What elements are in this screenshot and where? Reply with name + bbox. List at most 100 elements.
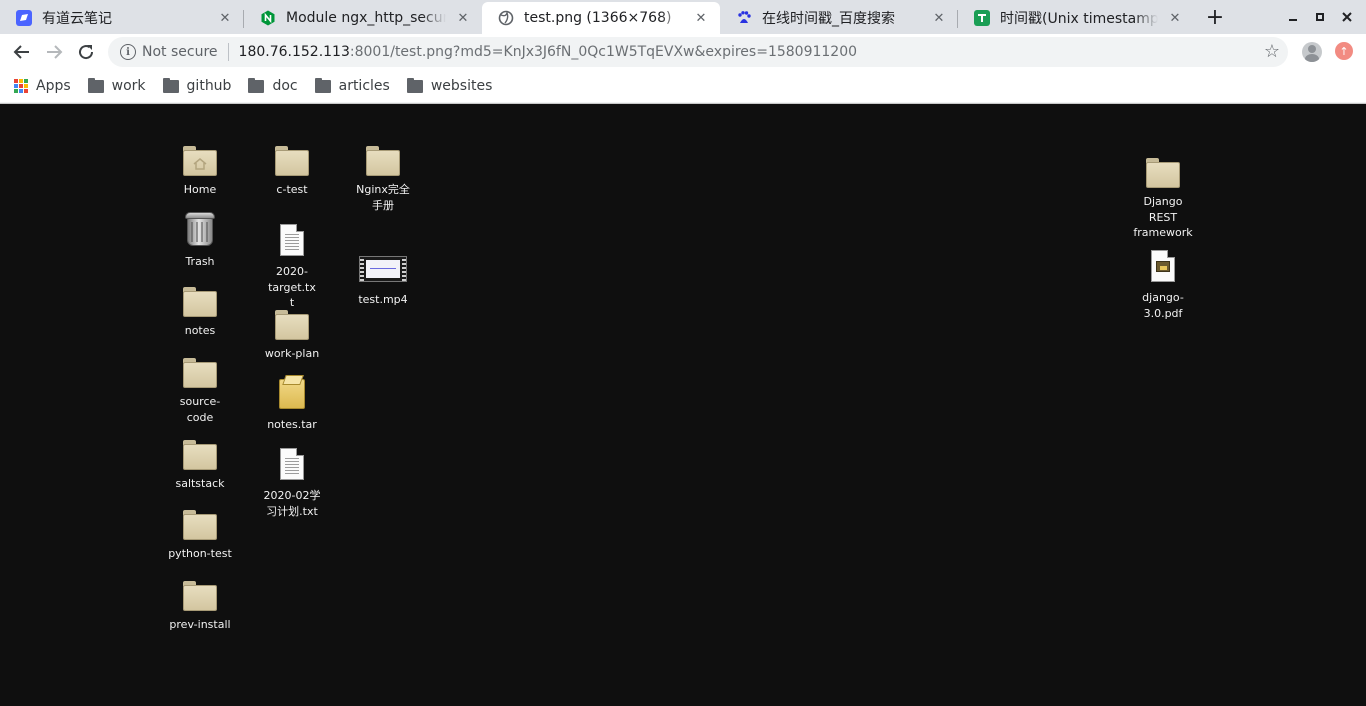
tab-close-icon[interactable]: ✕ [216, 9, 234, 27]
browser-chrome: 有道云笔记 ✕ Module ngx_http_secure_link_modu… [0, 0, 1366, 104]
archive-icon [272, 375, 312, 415]
icon-label: Trash [185, 255, 215, 268]
bookmark-articles[interactable]: articles [314, 77, 390, 94]
back-button[interactable] [8, 38, 36, 66]
desktop-icon-test-mp4[interactable]: test.mp4 [346, 250, 420, 308]
tool-icon [974, 10, 990, 26]
folder-icon [248, 77, 265, 93]
bookmark-label: doc [272, 78, 298, 94]
folder-icon [406, 77, 423, 93]
tab-title: Module ngx_http_secure_link_module [286, 10, 446, 26]
reload-button[interactable] [72, 38, 100, 66]
text-file-icon [272, 222, 312, 262]
tab-close-icon[interactable]: ✕ [454, 9, 472, 27]
tab-test-png[interactable]: test.png (1366×768) ✕ [482, 2, 720, 34]
address-bar[interactable]: i Not secure 180.76.152.113:8001/test.pn… [108, 37, 1288, 67]
profile-avatar[interactable] [1302, 42, 1322, 62]
folder-icon [180, 434, 220, 474]
bookmark-star-icon[interactable]: ☆ [1264, 41, 1280, 62]
desktop-icon-nginx-manual[interactable]: Nginx完全手册 [346, 140, 420, 213]
bookmark-github[interactable]: github [162, 77, 232, 94]
folder-icon [314, 77, 331, 93]
folder-icon [180, 352, 220, 392]
desktop-icon-source-code[interactable]: source-code [163, 352, 237, 425]
maximize-icon[interactable] [1309, 6, 1331, 28]
desktop-icon-study-plan[interactable]: 2020-02学习计划.txt [255, 446, 329, 519]
tab-close-icon[interactable]: ✕ [692, 9, 710, 27]
icon-label: work-plan [264, 347, 320, 360]
globe-icon [498, 10, 514, 26]
youdao-note-icon [16, 10, 32, 26]
desktop-icon-c-test[interactable]: c-test [255, 140, 329, 198]
bookmark-label: work [111, 78, 146, 94]
icon-label: python-test [168, 547, 232, 560]
close-window-icon[interactable] [1336, 6, 1358, 28]
folder-icon [363, 140, 403, 180]
tab-close-icon[interactable]: ✕ [1166, 9, 1184, 27]
folder-icon [272, 140, 312, 180]
url-text[interactable]: 180.76.152.113:8001/test.png?md5=KnJx3J6… [239, 44, 857, 60]
desktop-icon-saltstack[interactable]: saltstack [163, 434, 237, 492]
tab-baidu-search[interactable]: 在线时间戳_百度搜索 ✕ [720, 2, 958, 34]
bookmark-websites[interactable]: websites [406, 77, 493, 94]
icon-label: notes [184, 324, 216, 337]
tab-title: 在线时间戳_百度搜索 [762, 11, 895, 27]
minimize-icon[interactable] [1282, 6, 1304, 28]
bookmark-work[interactable]: work [87, 77, 146, 94]
bookmark-doc[interactable]: doc [248, 77, 298, 94]
trash-icon [180, 212, 220, 252]
new-tab-button[interactable]: + [1203, 5, 1227, 30]
bookmark-label: Apps [36, 78, 71, 94]
icon-label: Home [183, 183, 217, 196]
tab-youdao-note[interactable]: 有道云笔记 ✕ [0, 2, 244, 34]
bookmark-label: articles [338, 78, 390, 94]
desktop-icon-django-pdf[interactable]: django-3.0.pdf [1126, 248, 1200, 321]
tab-nginx-module[interactable]: Module ngx_http_secure_link_module ✕ [244, 2, 482, 34]
nginx-icon [260, 10, 276, 26]
tab-close-icon[interactable]: ✕ [930, 9, 948, 27]
info-icon[interactable]: i [120, 44, 136, 60]
icon-label: 2020-02学习计划.txt [263, 489, 321, 518]
icon-label: django-3.0.pdf [1142, 291, 1184, 320]
desktop-icon-notes-tar[interactable]: notes.tar [255, 375, 329, 433]
desktop-icon-2020-target[interactable]: 2020-target.txt [255, 222, 329, 311]
folder-icon [162, 77, 179, 93]
bookmark-label: github [186, 78, 232, 94]
tab-title: test.png (1366×768) [524, 10, 672, 26]
desktop-icon-prev-install[interactable]: prev-install [163, 575, 237, 633]
desktop-icon-python-test[interactable]: python-test [163, 504, 237, 562]
bookmark-label: websites [430, 78, 493, 94]
bookmarks-bar: Apps work github doc articles websites [0, 70, 1366, 102]
text-file-icon [272, 446, 312, 486]
url-host: 180.76.152.113 [238, 44, 350, 60]
icon-label: c-test [276, 183, 308, 196]
tab-timestamp-tool[interactable]: 时间戳(Unix timestamp)转换工具 ✕ [958, 2, 1194, 34]
forward-button[interactable] [40, 38, 68, 66]
tab-title: 有道云笔记 [42, 11, 112, 27]
desktop-icon-notes[interactable]: notes [163, 281, 237, 339]
desktop-icon-home[interactable]: Home [163, 140, 237, 198]
tab-strip: 有道云笔记 ✕ Module ngx_http_secure_link_modu… [0, 0, 1366, 34]
apps-grid-icon [14, 79, 28, 93]
url-path: :8001/test.png?md5=KnJx3J6fN_0Qc1W5TqEVX… [349, 44, 858, 60]
video-file-icon [359, 250, 407, 290]
browser-toolbar: i Not secure 180.76.152.113:8001/test.pn… [0, 34, 1366, 70]
folder-icon [272, 304, 312, 344]
icon-label: notes.tar [267, 418, 317, 431]
image-viewport: Home Trash notes source-code saltstack p… [0, 104, 1366, 706]
icon-label: test.mp4 [358, 293, 408, 306]
folder-icon [1143, 152, 1183, 192]
desktop-icon-django-rest-framework[interactable]: Django REST framework [1126, 152, 1200, 241]
folder-icon [180, 575, 220, 615]
folder-icon [180, 504, 220, 544]
baidu-icon [736, 10, 752, 26]
folder-icon [180, 281, 220, 321]
desktop-icon-trash[interactable]: Trash [163, 212, 237, 270]
icon-label: saltstack [175, 477, 225, 490]
desktop-icon-work-plan[interactable]: work-plan [255, 304, 329, 362]
home-folder-icon [180, 140, 220, 180]
update-icon[interactable]: ↑ [1335, 42, 1353, 60]
icon-label: Django REST framework [1133, 195, 1193, 239]
icon-label: prev-install [169, 618, 231, 631]
bookmark-apps[interactable]: Apps [14, 78, 71, 94]
